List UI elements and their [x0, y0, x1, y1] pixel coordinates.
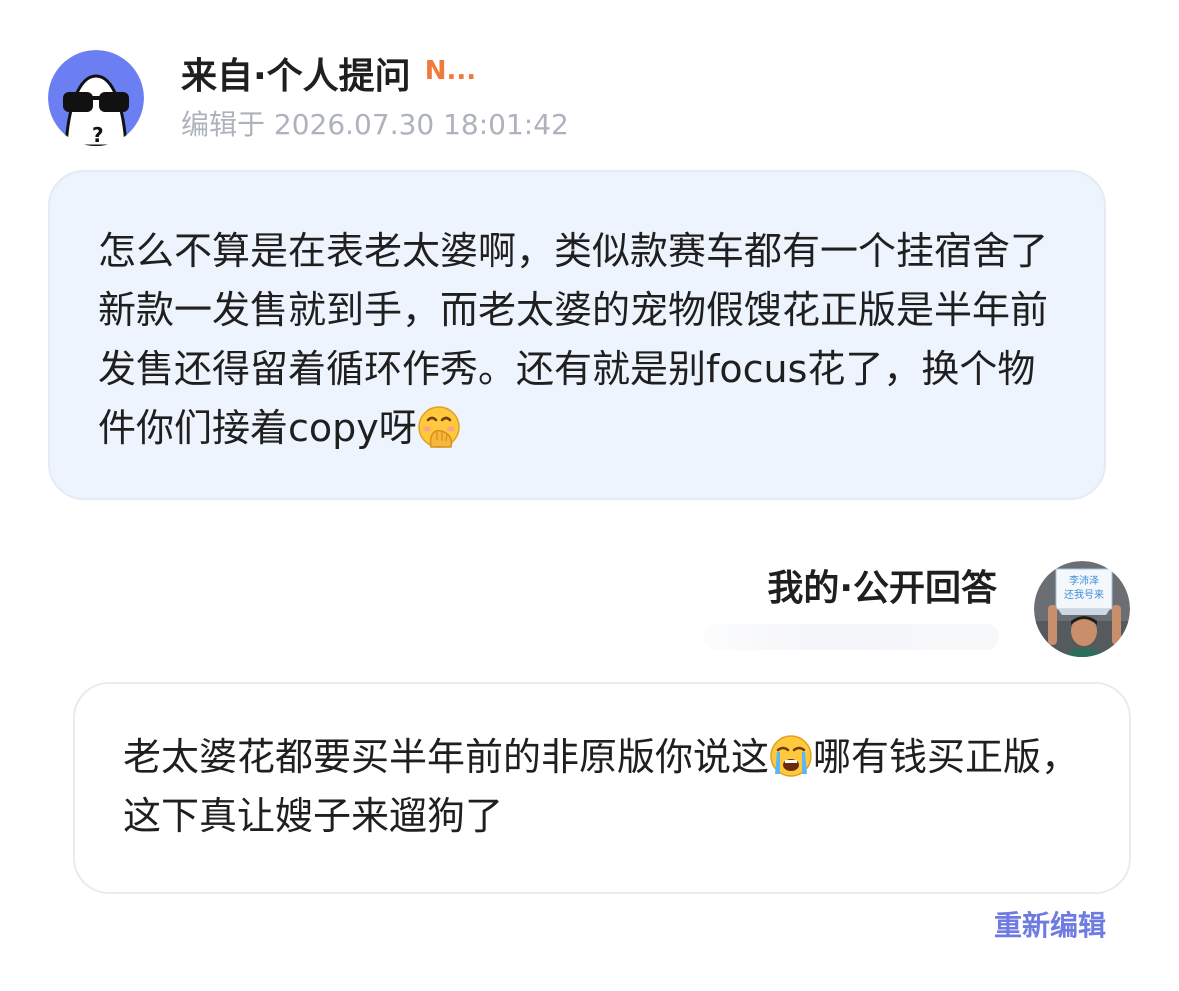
question-header: 来自·个人提问 N... [181, 54, 476, 100]
question-author-label[interactable]: 来自·个人提问 [181, 54, 411, 100]
question-text-body: 怎么不算是在表老太婆啊，类似款赛车都有一个挂宿舍了新款一发售就到手，而老太婆的宠… [98, 229, 1049, 450]
svg-text:?: ? [92, 123, 104, 146]
answer-text: 老太婆花都要买半年前的非原版你说这 哪有钱买正版，这下真让嫂子来遛狗了 [123, 728, 1089, 846]
answer-subinfo-placeholder [703, 624, 999, 650]
answer-text-part1: 老太婆花都要买半年前的非原版你说这 [123, 735, 770, 779]
answerer-avatar[interactable]: 李沛泽 还我号来 [1034, 561, 1130, 657]
avatar-sign-line2: 还我号来 [1064, 589, 1104, 601]
hand-over-mouth-emoji-icon [417, 405, 461, 449]
question-timestamp: 编辑于 2026.07.30 18:01:42 [181, 108, 569, 141]
answer-author-label[interactable]: 我的·公开回答 [767, 566, 997, 612]
question-badge: N... [424, 56, 477, 86]
question-bubble: 怎么不算是在表老太婆啊，类似款赛车都有一个挂宿舍了新款一发售就到手，而老太婆的宠… [48, 170, 1106, 500]
reedit-button[interactable]: 重新编辑 [994, 908, 1106, 944]
question-text: 怎么不算是在表老太婆啊，类似款赛车都有一个挂宿舍了新款一发售就到手，而老太婆的宠… [98, 222, 1064, 458]
answer-bubble: 老太婆花都要买半年前的非原版你说这 哪有钱买正版，这下真让嫂子来遛狗了 [73, 682, 1131, 894]
questioner-avatar[interactable]: ? [48, 50, 144, 146]
avatar-sign-line1: 李沛泽 [1069, 574, 1099, 587]
loudly-crying-emoji-icon [769, 734, 813, 778]
